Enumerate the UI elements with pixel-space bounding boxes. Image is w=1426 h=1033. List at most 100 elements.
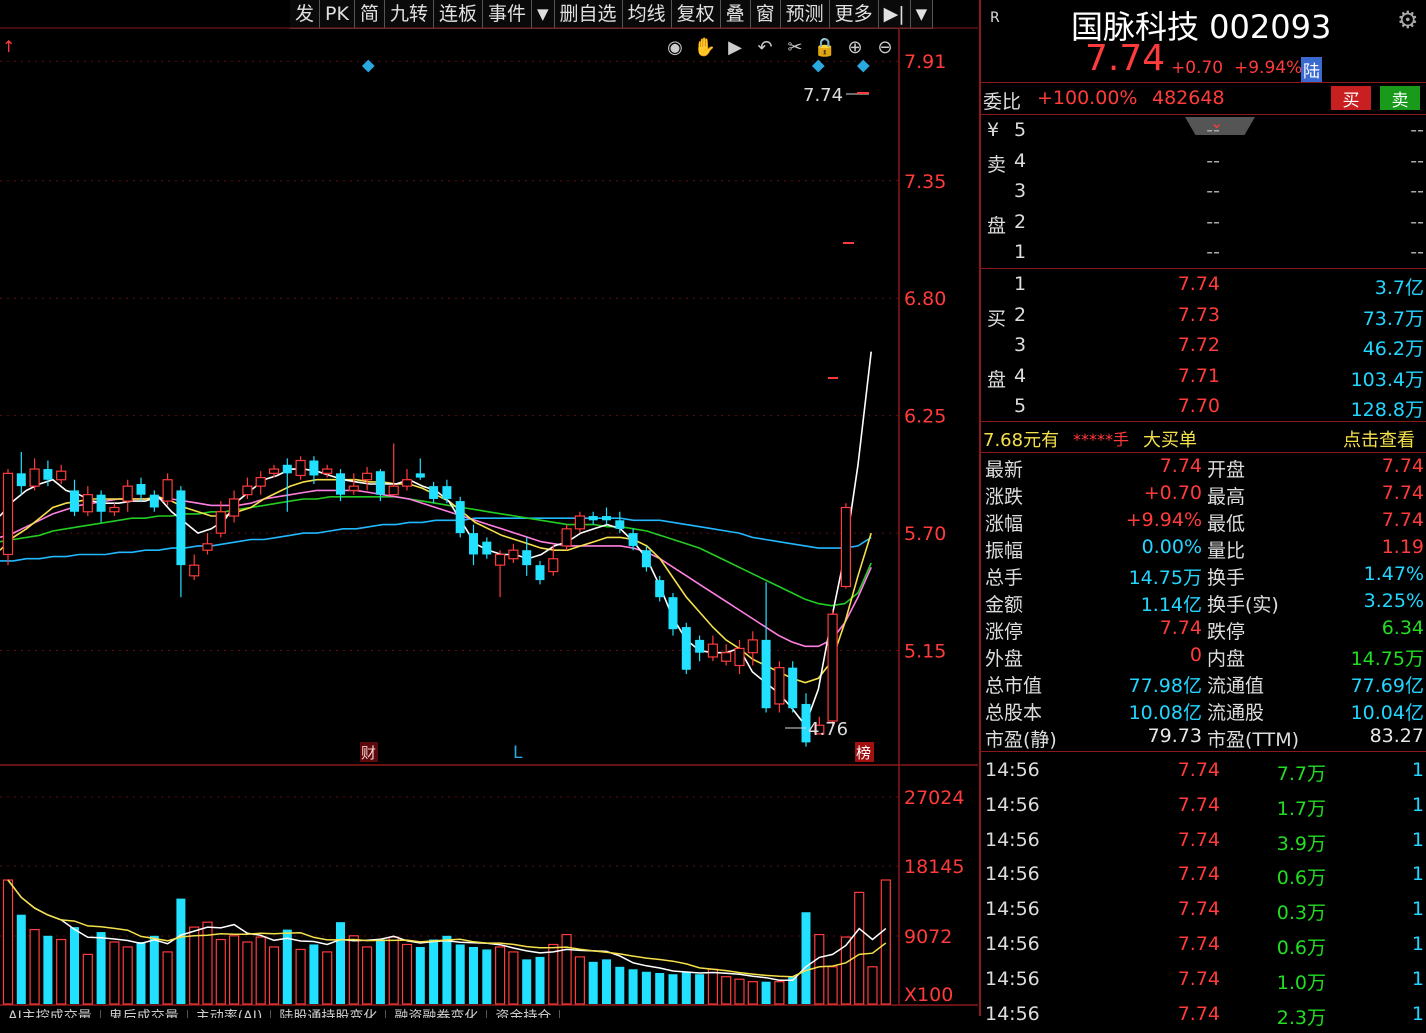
r-label: R	[990, 10, 1000, 26]
buy-order-book: 1 7.74 3.7亿买 2 7.73 73.7万 3 7.72 46.2万盘 4 7.71 103.…	[981, 269, 1426, 422]
stat-label: 最新	[985, 459, 1024, 481]
candle	[202, 533, 213, 555]
current-price: 7.74	[1085, 38, 1166, 79]
sell-button[interactable]: 卖	[1380, 86, 1420, 111]
settings-icon[interactable]: ⚙	[1397, 6, 1419, 34]
book-price: 7.74	[1177, 273, 1220, 295]
volume-bar	[401, 943, 413, 1005]
book-volume: 128.8万	[1350, 399, 1424, 421]
order-book-row[interactable]: 卖 4 -- --	[981, 148, 1426, 178]
tick-count: 1	[1411, 1002, 1424, 1025]
indicator-tab[interactable]: 融资融券变化	[386, 1010, 488, 1018]
hand-icon[interactable]: ✋	[694, 36, 716, 58]
tick-volume: 7.7万	[1276, 763, 1326, 785]
volume-bar	[16, 914, 26, 1004]
zoom-out-icon[interactable]: ⊖	[877, 37, 892, 58]
indicator-tab[interactable]: 资金持仓	[487, 1010, 561, 1018]
scissors-icon[interactable]: ✂	[787, 37, 802, 58]
book-price: --	[1206, 210, 1220, 233]
tick-row: 14:56 7.74 7.7万 1	[981, 757, 1426, 789]
candle	[641, 545, 651, 572]
stat-label: 涨幅	[985, 513, 1024, 535]
ma30-line	[0, 495, 872, 607]
kline-chart-area[interactable]: 发 PK 简九转 连板 事件 ▼ 删自选 均线 复权叠窗预测 更多 ▶| ▼ 7.91 7.35 6.80…	[0, 0, 978, 1018]
zoom-in-icon[interactable]: ⊕	[847, 37, 862, 58]
stat-value: 77.69亿	[1350, 675, 1424, 697]
big-order-link[interactable]: 点击查看	[1343, 426, 1415, 452]
kline-svg[interactable]: 7.91 7.35 6.80 6.25 5.70 5.15 27024 18145 9072 X1…	[0, 0, 978, 1016]
tick-volume: 1.0万	[1276, 971, 1326, 994]
book-price: --	[1206, 180, 1220, 202]
order-book-row[interactable]: 5 7.70 128.8万	[981, 393, 1426, 423]
book-price: 7.71	[1177, 364, 1220, 387]
order-book-row[interactable]: 盘 2 -- --	[981, 209, 1426, 239]
indicator-tab[interactable]: 鬼后成交量	[101, 1010, 188, 1018]
tick-list[interactable]: 14:56 7.74 7.7万 1 14:56 7.74 1.7万 1 14:56 7.74 3.9…	[981, 753, 1426, 1029]
stat-label: 振幅	[985, 540, 1024, 562]
indicator-tab[interactable]: 主动率(AI)	[188, 1010, 272, 1018]
lock-icon[interactable]: 🔒	[814, 37, 836, 58]
stat-label: 总市值	[985, 675, 1043, 697]
volume-axis-label: 9072	[904, 926, 952, 948]
stat-value: 10.04亿	[1350, 702, 1424, 724]
indicator-tab[interactable]: 陆股通持股变化	[271, 1010, 387, 1018]
volume-bar	[535, 956, 545, 1004]
tick-row: 14:56 7.74 0.6万 1	[981, 861, 1426, 893]
order-book-row[interactable]: 买 2 7.73 73.7万	[981, 302, 1426, 332]
play-icon[interactable]: ▶	[728, 37, 742, 58]
order-book-row[interactable]: 盘 4 7.71 103.4万	[981, 363, 1426, 393]
big-order-row[interactable]: 7.68元有 *****手 大买单 点击查看	[981, 422, 1426, 453]
stat-value: +9.94%	[1125, 509, 1202, 531]
order-book-row[interactable]: 3 7.72 46.2万	[981, 332, 1426, 362]
volume-bar	[336, 922, 345, 1004]
low-price-label: 4.76	[808, 719, 848, 740]
volume-bar	[322, 951, 333, 1005]
volume-bar	[122, 946, 133, 1005]
buy-button[interactable]: 买	[1331, 86, 1371, 111]
tick-time: 14:56	[985, 967, 1040, 990]
weibi-label: 委比	[983, 91, 1022, 113]
volume-bar	[628, 969, 638, 1004]
order-book-row[interactable]: 1 7.74 3.7亿	[981, 271, 1426, 301]
candle	[82, 486, 93, 517]
candle	[840, 503, 852, 589]
order-book-row[interactable]: ¥5 -- --	[981, 117, 1426, 147]
candle	[482, 537, 492, 559]
candle	[70, 479, 79, 517]
volume-bar	[721, 976, 732, 1005]
book-price: --	[1206, 149, 1220, 172]
stat-value: 7.74	[1381, 482, 1424, 504]
order-book-row[interactable]: 3 -- --	[981, 178, 1426, 208]
candle	[348, 473, 359, 495]
candle	[215, 501, 226, 538]
undo-icon[interactable]: ↶	[757, 37, 772, 58]
book-price: --	[1206, 241, 1220, 263]
candle	[16, 451, 26, 495]
event-diamond-icon[interactable]	[856, 59, 870, 73]
tick-count: 1	[1411, 793, 1424, 816]
order-book-row[interactable]: 1 -- --	[981, 239, 1426, 269]
up-arrow-icon: ↑	[2, 37, 15, 56]
stat-value: 1.19	[1381, 536, 1424, 558]
sell-order-book: ⌄ ¥5 -- -- 卖 4 -- -- 3 -- -- 盘 2 -- -- 1 -- --	[981, 113, 1426, 269]
tick-count: 1	[1411, 967, 1424, 990]
book-side-label: 盘	[987, 214, 1007, 237]
weibi-pct: +100.00%	[1037, 87, 1138, 109]
volume-bar	[814, 933, 825, 1005]
stat-row: 总股本 10.08亿 流通股 10.04亿	[981, 697, 1426, 724]
candle	[668, 592, 678, 636]
indicator-tabs: AI主控成交量 鬼后成交量 主动率(AI) 陆股通持股变化 融资融券变化 资金持仓	[0, 1006, 978, 1018]
stat-value: 14.75万	[1128, 567, 1202, 589]
indicator-tab[interactable]: AI主控成交量	[0, 1010, 101, 1018]
book-volume: 3.7亿	[1374, 277, 1424, 299]
tick-volume: 0.6万	[1276, 867, 1326, 890]
quote-panel: R 国脉科技 002093 ⚙ 7.74 +0.70 +9.94% 陆 委比 +…	[979, 0, 1426, 1029]
tick-row: 14:56 7.74 1.7万 1	[981, 792, 1426, 824]
big-order-label: 大买单	[1143, 430, 1197, 451]
book-price: 7.72	[1177, 334, 1220, 356]
volume-bar	[469, 946, 478, 1004]
volume-bar	[29, 928, 40, 1005]
tick-row: 14:56 7.74 3.9万 1	[981, 827, 1426, 859]
book-level: 3	[1014, 180, 1027, 202]
eye-icon[interactable]: ◉	[667, 37, 683, 58]
